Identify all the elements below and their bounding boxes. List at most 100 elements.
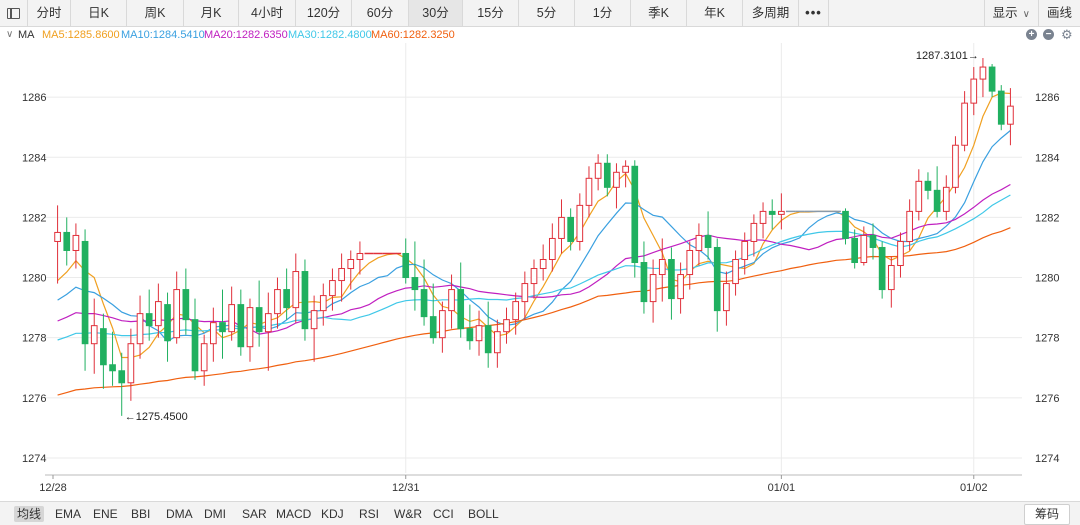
candle-up bbox=[695, 234, 703, 251]
y-tick-label-left: 1282 bbox=[22, 212, 46, 224]
candlestick-chart[interactable]: 1274 1274 1276 1276 1278 1278 1280 1280 1282 1282… bbox=[0, 43, 1080, 501]
ma30-value: MA30:1282.4800 bbox=[288, 29, 372, 41]
candle-up bbox=[439, 310, 446, 339]
candle-down bbox=[631, 165, 639, 264]
candle-down bbox=[237, 304, 245, 348]
period-tabs: 分时 日K 周K 月K 4小时 120分 60分 30分 15分 5分 1分 季K 年K 多周期 ••• bbox=[28, 0, 829, 26]
candle-up bbox=[521, 283, 529, 303]
candle-up bbox=[961, 102, 968, 146]
candle-up bbox=[530, 268, 538, 285]
candle-down bbox=[842, 210, 849, 239]
candle-up bbox=[585, 177, 593, 206]
indicator-11[interactable]: CCI bbox=[430, 506, 457, 522]
ma-title: MA bbox=[18, 29, 35, 41]
candle-up bbox=[622, 165, 629, 173]
toggle-sidebar-button[interactable] bbox=[0, 0, 28, 26]
tab-5[interactable]: 120分 bbox=[296, 0, 352, 26]
candle-up bbox=[136, 313, 144, 345]
x-tick-label: 12/31 bbox=[392, 482, 420, 494]
y-tick-label-right: 1278 bbox=[1035, 333, 1059, 345]
candle-down bbox=[283, 289, 290, 309]
indicator-0[interactable]: 均线 bbox=[14, 506, 45, 522]
indicator-9[interactable]: RSI bbox=[356, 506, 382, 522]
candle-down bbox=[420, 289, 428, 318]
chips-button[interactable]: 筹码 bbox=[1023, 504, 1070, 525]
ma10-value: MA10:1284.5410 bbox=[121, 29, 205, 41]
candle-up bbox=[246, 307, 254, 348]
candle-down bbox=[100, 328, 107, 366]
candle-up bbox=[292, 271, 300, 309]
tab-4[interactable]: 4小时 bbox=[239, 0, 296, 26]
tab-3[interactable]: 月K bbox=[184, 0, 239, 26]
candle-down bbox=[466, 328, 474, 342]
indicator-4[interactable]: DMA bbox=[163, 506, 196, 522]
candle-down bbox=[668, 259, 675, 300]
indicator-3[interactable]: BBI bbox=[128, 506, 153, 522]
display-menu-button[interactable]: 显示 ∨ bbox=[983, 0, 1038, 26]
candle-up bbox=[548, 237, 556, 261]
candle-down bbox=[429, 316, 437, 339]
indicator-1[interactable]: EMA bbox=[52, 506, 84, 522]
candle-up bbox=[979, 66, 987, 80]
indicator-7[interactable]: MACD bbox=[273, 506, 314, 522]
tab-9[interactable]: 5分 bbox=[519, 0, 575, 26]
indicator-12[interactable]: BOLL bbox=[465, 506, 502, 522]
candle-down bbox=[567, 216, 574, 242]
indicator-2[interactable]: ENE bbox=[90, 506, 121, 522]
ma60-line bbox=[57, 227, 1011, 396]
candle-down bbox=[713, 246, 721, 312]
candle-up bbox=[512, 301, 520, 321]
candle-up bbox=[576, 204, 584, 242]
x-tick-label: 01/02 bbox=[960, 482, 988, 494]
tab-1[interactable]: 日K bbox=[71, 0, 127, 26]
tab-8[interactable]: 15分 bbox=[463, 0, 519, 26]
candle-up bbox=[539, 259, 547, 270]
candle-up bbox=[173, 289, 181, 339]
candle-up bbox=[860, 234, 868, 264]
candle-down bbox=[109, 364, 116, 372]
tab-12[interactable]: 年K bbox=[687, 0, 743, 26]
candle-up bbox=[310, 310, 318, 330]
tab-2[interactable]: 周K bbox=[127, 0, 184, 26]
candle-down bbox=[484, 325, 492, 354]
tab-0[interactable]: 分时 bbox=[28, 0, 71, 26]
candle-down bbox=[457, 289, 465, 330]
tab-11[interactable]: 季K bbox=[631, 0, 687, 26]
tab-13[interactable]: 多周期 bbox=[743, 0, 799, 26]
candle-down bbox=[997, 90, 1005, 125]
candle-down bbox=[988, 66, 996, 92]
candle-up bbox=[209, 322, 217, 345]
candle-up bbox=[338, 268, 345, 282]
candle-up bbox=[658, 259, 666, 276]
candle-down bbox=[878, 246, 886, 291]
ma-legend: ∨ MA MA5:1285.8600 MA10:1284.5410 MA20:1… bbox=[0, 27, 1080, 43]
candle-up bbox=[319, 295, 327, 312]
candle-up bbox=[613, 171, 620, 188]
x-tick-label: 01/01 bbox=[768, 482, 796, 494]
draw-line-button[interactable]: 画线 bbox=[1037, 0, 1080, 26]
tab-6[interactable]: 60分 bbox=[352, 0, 409, 26]
indicator-8[interactable]: KDJ bbox=[318, 506, 347, 522]
chevron-down-icon[interactable]: ∨ bbox=[6, 27, 13, 43]
candle-down bbox=[191, 319, 199, 372]
more-periods-button[interactable]: ••• bbox=[799, 0, 829, 26]
candle-up bbox=[494, 331, 501, 354]
zoom-in-icon[interactable]: + bbox=[1026, 29, 1037, 40]
y-tick-label-right: 1286 bbox=[1035, 92, 1059, 104]
tab-10[interactable]: 1分 bbox=[575, 0, 631, 26]
candle-down bbox=[81, 240, 89, 345]
gear-icon[interactable]: ⚙ bbox=[1061, 27, 1073, 43]
tab-7[interactable]: 30分 bbox=[409, 0, 463, 26]
candle-down bbox=[869, 234, 877, 248]
indicator-10[interactable]: W&R bbox=[391, 506, 425, 522]
candle-up bbox=[127, 343, 135, 384]
zoom-out-icon[interactable]: − bbox=[1043, 29, 1054, 40]
indicator-5[interactable]: DMI bbox=[201, 506, 229, 522]
candle-up bbox=[887, 265, 895, 291]
candle-up bbox=[677, 274, 684, 300]
candle-down bbox=[255, 307, 263, 333]
y-tick-label-right: 1282 bbox=[1035, 212, 1059, 224]
indicator-6[interactable]: SAR bbox=[239, 506, 270, 522]
panel-icon bbox=[7, 7, 20, 19]
candle-up bbox=[558, 216, 565, 239]
